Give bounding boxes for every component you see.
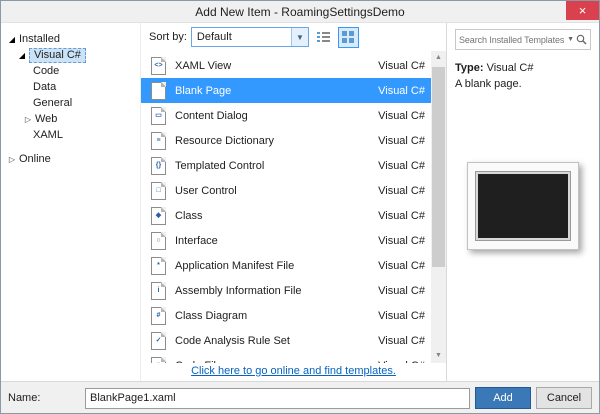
template-preview <box>467 162 579 250</box>
content-dialog-icon: ▭ <box>151 106 166 125</box>
sidebar-item-label: Visual C# <box>29 47 86 63</box>
sidebar-item-label: Online <box>19 153 51 165</box>
list-view-button[interactable] <box>313 27 334 48</box>
grid-view-icon <box>341 30 354 43</box>
template-type-line: Type: Visual C# <box>455 62 591 74</box>
dialog-footer: Name: Add Cancel <box>1 381 599 413</box>
template-item-interface[interactable]: ○ Interface Visual C# <box>141 228 431 253</box>
xaml-view-icon: <> <box>151 56 166 75</box>
sidebar-item-data[interactable]: Data <box>1 79 140 95</box>
sort-toolbar: Sort by: Default ▼ <box>141 23 446 51</box>
code-file-icon: <> <box>151 356 166 363</box>
template-item-templated-control[interactable]: {} Templated Control Visual C# <box>141 153 431 178</box>
expander-expanded-icon[interactable]: ◢ <box>17 51 27 60</box>
search-input[interactable] <box>459 34 566 45</box>
scroll-up-icon[interactable]: ▲ <box>431 51 446 65</box>
sort-by-label: Sort by: <box>149 31 187 43</box>
sidebar-item-label: Installed <box>19 33 60 45</box>
scrollbar-thumb[interactable] <box>432 67 445 267</box>
template-list: <> XAML View Visual C# Blank Page Visual… <box>141 51 446 363</box>
blank-page-icon <box>151 81 166 100</box>
close-icon: × <box>578 3 587 18</box>
sidebar-item-label: Code <box>33 65 60 77</box>
assembly-information-file-icon: i <box>151 281 166 300</box>
list-scrollbar[interactable]: ▲ ▼ <box>431 51 446 363</box>
name-label: Name: <box>8 392 41 404</box>
window-title: Add New Item - RoamingSettingsDemo <box>195 4 405 19</box>
sidebar-item-general[interactable]: General <box>1 95 140 111</box>
resource-dictionary-icon: ≡ <box>151 131 166 150</box>
template-item-code-file[interactable]: <> Code File Visual C# <box>141 353 431 363</box>
sidebar-item-web[interactable]: ▷ Web <box>1 111 140 127</box>
expander-collapsed-icon[interactable]: ▷ <box>7 155 17 164</box>
template-item-xaml-view[interactable]: <> XAML View Visual C# <box>141 53 431 78</box>
sidebar-item-xaml[interactable]: XAML <box>1 127 140 143</box>
dialog-body: ◢ Installed ◢ Visual C# Code Data Genera… <box>1 23 599 381</box>
template-item-class-diagram[interactable]: # Class Diagram Visual C# <box>141 303 431 328</box>
add-new-item-dialog: Add New Item - RoamingSettingsDemo × ◢ I… <box>0 0 600 414</box>
template-item-class[interactable]: ◆ Class Visual C# <box>141 203 431 228</box>
online-templates-link-row: Click here to go online and find templat… <box>141 363 446 381</box>
sidebar-item-label: General <box>33 97 73 109</box>
online-templates-link[interactable]: Click here to go online and find templat… <box>191 365 396 377</box>
search-icon[interactable] <box>576 34 587 45</box>
template-item-resource-dictionary[interactable]: ≡ Resource Dictionary Visual C# <box>141 128 431 153</box>
application-manifest-file-icon: * <box>151 256 166 275</box>
sort-by-dropdown[interactable]: Default ▼ <box>190 27 309 47</box>
add-button[interactable]: Add <box>475 387 531 409</box>
details-pane: ▼ Type: Visual C# A blank page. <box>447 23 599 381</box>
sidebar-item-label: XAML <box>33 129 63 141</box>
type-label: Type: <box>455 62 484 74</box>
user-control-icon: □ <box>151 181 166 200</box>
template-item-content-dialog[interactable]: ▭ Content Dialog Visual C# <box>141 103 431 128</box>
sidebar-item-label: Data <box>33 81 57 93</box>
sidebar-item-label: Web <box>35 113 58 125</box>
titlebar: Add New Item - RoamingSettingsDemo × <box>1 1 599 23</box>
icon-view-button[interactable] <box>337 26 359 48</box>
template-item-application-manifest-file[interactable]: * Application Manifest File Visual C# <box>141 253 431 278</box>
template-item-assembly-information-file[interactable]: i Assembly Information File Visual C# <box>141 278 431 303</box>
code-analysis-rule-set-icon: ✓ <box>151 331 166 350</box>
cancel-button[interactable]: Cancel <box>536 387 592 409</box>
class-icon: ◆ <box>151 206 166 225</box>
chevron-down-icon[interactable]: ▼ <box>567 36 574 43</box>
preview-thumbnail <box>475 171 571 241</box>
class-diagram-icon: # <box>151 306 166 325</box>
interface-icon: ○ <box>151 231 166 250</box>
template-category-tree: ◢ Installed ◢ Visual C# Code Data Genera… <box>1 23 141 381</box>
sidebar-item-code[interactable]: Code <box>1 63 140 79</box>
sort-by-value: Default <box>196 31 232 43</box>
search-box: ▼ <box>455 29 591 50</box>
expander-collapsed-icon[interactable]: ▷ <box>23 115 33 124</box>
close-button[interactable]: × <box>566 1 599 20</box>
template-item-blank-page[interactable]: Blank Page Visual C# <box>141 78 431 103</box>
scroll-down-icon[interactable]: ▼ <box>431 349 446 363</box>
type-value: Visual C# <box>486 62 534 74</box>
templated-control-icon: {} <box>151 156 166 175</box>
name-input[interactable] <box>85 387 470 409</box>
expander-expanded-icon[interactable]: ◢ <box>7 35 17 44</box>
sidebar-item-installed[interactable]: ◢ Installed <box>1 31 140 47</box>
sidebar-item-online[interactable]: ▷ Online <box>1 151 140 167</box>
chevron-down-icon: ▼ <box>290 28 308 46</box>
template-description: A blank page. <box>455 78 522 90</box>
template-list-pane: Sort by: Default ▼ <> XAML View Visual C… <box>141 23 447 381</box>
template-item-user-control[interactable]: □ User Control Visual C# <box>141 178 431 203</box>
sidebar-item-visual-csharp[interactable]: ◢ Visual C# <box>1 47 140 63</box>
list-view-icon <box>316 31 330 42</box>
template-item-code-analysis-rule-set[interactable]: ✓ Code Analysis Rule Set Visual C# <box>141 328 431 353</box>
